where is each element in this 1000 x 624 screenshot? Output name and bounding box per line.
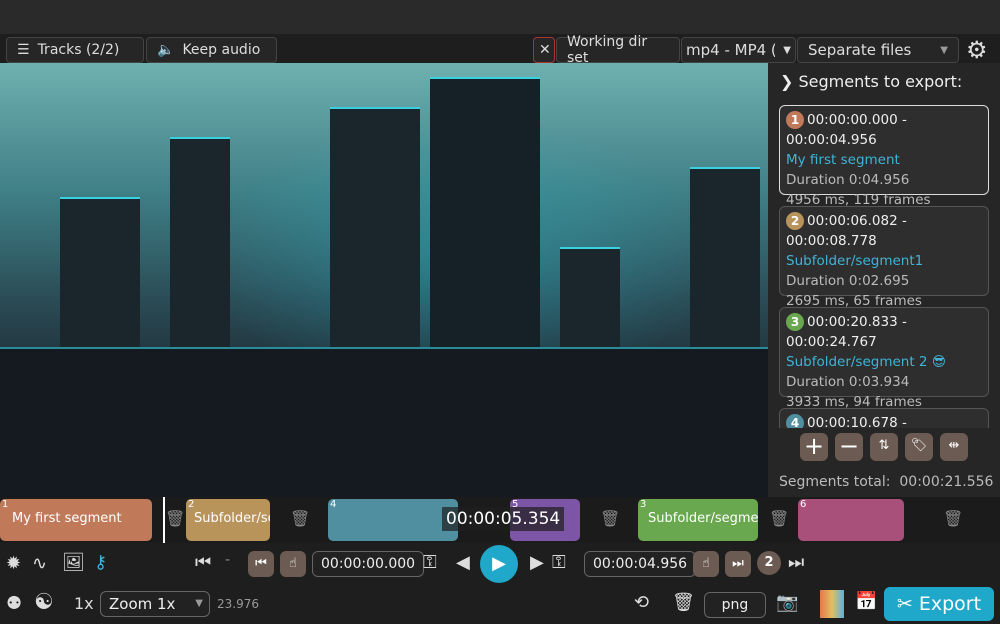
start-time-input[interactable]: 00:00:00.000 <box>312 551 425 577</box>
tracks-button[interactable]: ☰ Tracks (2/2) <box>6 37 144 63</box>
jump-end-icon[interactable]: ⏭ <box>788 552 804 573</box>
keep-audio-button[interactable]: 🔈 Keep audio <box>146 37 277 63</box>
bottom-bar: ⚉ ☯ 1x Zoom 1x ▼ 23.976 ⟲ 🗑 png 📷 📅 ✂ Exp… <box>0 586 1000 624</box>
capture-format-select[interactable]: png <box>704 592 766 618</box>
timeline-segment[interactable]: 6 <box>798 499 904 541</box>
close-icon: ✕ <box>539 42 551 58</box>
timeline-segment[interactable]: 1 My first segment <box>0 499 152 541</box>
rotate-icon[interactable]: ⟲ <box>634 592 649 613</box>
timeline-segment[interactable]: 4 <box>328 499 458 541</box>
trash-icon[interactable]: 🗑 <box>943 509 963 528</box>
title-bar <box>0 0 1000 34</box>
trash-icon[interactable]: 🗑 <box>290 509 310 528</box>
segment-card[interactable]: 1 00:00:00.000 - 00:00:04.956 My first se… <box>779 105 989 208</box>
sort-segments-icon[interactable]: ⇅ <box>870 433 898 461</box>
segment-card[interactable]: 400:00:10.678 - 00:00:14.933 <box>779 408 989 428</box>
segment-name: Subfolder/segment 2 😎 <box>786 354 946 370</box>
segment-card[interactable]: 3 00:00:20.833 - 00:00:24.767 Subfolder/s… <box>779 307 989 410</box>
segment-name: Subfolder/segment1 <box>786 253 924 269</box>
panel-header: ❯ Segments to export: <box>780 72 963 91</box>
video-player[interactable] <box>0 63 768 497</box>
remove-segment-icon[interactable]: − <box>835 433 863 461</box>
key-icon[interactable]: ⚷ <box>94 552 107 573</box>
person-icon[interactable]: ⚉ <box>6 593 22 614</box>
fps-label: 23.976 <box>217 597 259 611</box>
speaker-icon: 🔈 <box>157 42 175 58</box>
timeline[interactable]: 1My first segment 🗑 2Subfolder/segment1 … <box>0 497 1000 543</box>
camera-icon[interactable]: 📷 <box>776 592 798 613</box>
chevron-down-icon: ▼ <box>783 44 791 56</box>
calendar-icon[interactable]: 📅 <box>855 591 877 612</box>
chevron-down-icon: ▼ <box>940 44 948 56</box>
trash-icon[interactable]: 🗑 <box>672 592 695 613</box>
set-end-hand-icon[interactable]: ☝ <box>693 551 719 577</box>
list-icon: ☰ <box>17 42 30 58</box>
segments-total: Segments total: 00:00:21.556 <box>779 474 994 490</box>
end-time-input[interactable]: 00:00:04.956 <box>584 551 697 577</box>
trash-icon[interactable]: 🗑 <box>165 509 185 528</box>
image-icon[interactable]: 🖼 <box>62 552 85 573</box>
tag-icon[interactable]: 🏷 <box>905 433 933 461</box>
speed-label: 1x <box>74 594 94 613</box>
segment-number-badge[interactable]: 2 <box>757 551 781 575</box>
segment-number: 3 <box>786 313 804 331</box>
current-time: 00:00:05.354 <box>442 507 565 531</box>
settings-gear-icon[interactable]: ⚙ <box>966 36 988 64</box>
segment-name: My first segment <box>786 152 900 168</box>
split-segment-icon[interactable]: ⇹ <box>940 433 968 461</box>
clear-working-dir-button[interactable]: ✕ <box>533 37 555 63</box>
jump-segment-end-icon[interactable]: ⏭ <box>725 551 751 577</box>
playback-controls: ✹ ∿ 🖼 ⚷ ⏮ - ⏮ ☝ 00:00:00.000 ⚿ ◀ ▶ ▶ ⚿ 0… <box>0 545 1000 583</box>
step-back-icon[interactable]: ◀ <box>456 552 470 573</box>
play-button[interactable]: ▶ <box>480 545 518 583</box>
trash-icon[interactable]: 🗑 <box>769 509 789 528</box>
set-start-hand-icon[interactable]: ☝ <box>280 551 306 577</box>
jump-start-icon[interactable]: ⏮ <box>195 552 211 573</box>
waveform-icon[interactable]: ∿ <box>32 553 47 574</box>
jump-segment-start-icon[interactable]: ⏮ <box>248 551 274 577</box>
app-logo-icon[interactable] <box>820 590 844 618</box>
segment-number: 1 <box>786 111 804 129</box>
format-select[interactable]: mp4 - MP4 (MPEG-4 Part 14)▼ <box>681 37 796 63</box>
scissors-icon: ✂ <box>896 593 913 615</box>
timeline-segment[interactable]: 2Subfolder/segment1 <box>186 499 270 541</box>
output-mode-select[interactable]: Separate files ▼ <box>797 37 959 63</box>
add-segment-icon[interactable]: + <box>800 433 828 461</box>
keyframe-next-icon[interactable]: ⚿ <box>552 552 566 573</box>
working-dir-button[interactable]: Working dir set <box>556 34 680 66</box>
step-forward-icon[interactable]: ▶ <box>530 552 544 573</box>
segment-card[interactable]: 2 00:00:06.082 - 00:00:08.778 Subfolder/s… <box>779 206 989 309</box>
zoom-select[interactable]: Zoom 1x ▼ <box>100 591 210 617</box>
yin-yang-icon[interactable]: ☯ <box>34 590 54 615</box>
keyframe-prev-icon[interactable]: ⚿ <box>423 552 437 573</box>
timeline-segment[interactable]: 3Subfolder/segment 2 <box>638 499 758 541</box>
segment-number: 2 <box>786 212 804 230</box>
trash-icon[interactable]: 🗑 <box>600 509 620 528</box>
export-button[interactable]: ✂ Export <box>884 587 994 621</box>
chevron-right-icon[interactable]: ❯ <box>780 72 793 91</box>
chevron-down-icon: ▼ <box>195 598 203 609</box>
settings-sun-icon[interactable]: ✹ <box>6 553 21 574</box>
